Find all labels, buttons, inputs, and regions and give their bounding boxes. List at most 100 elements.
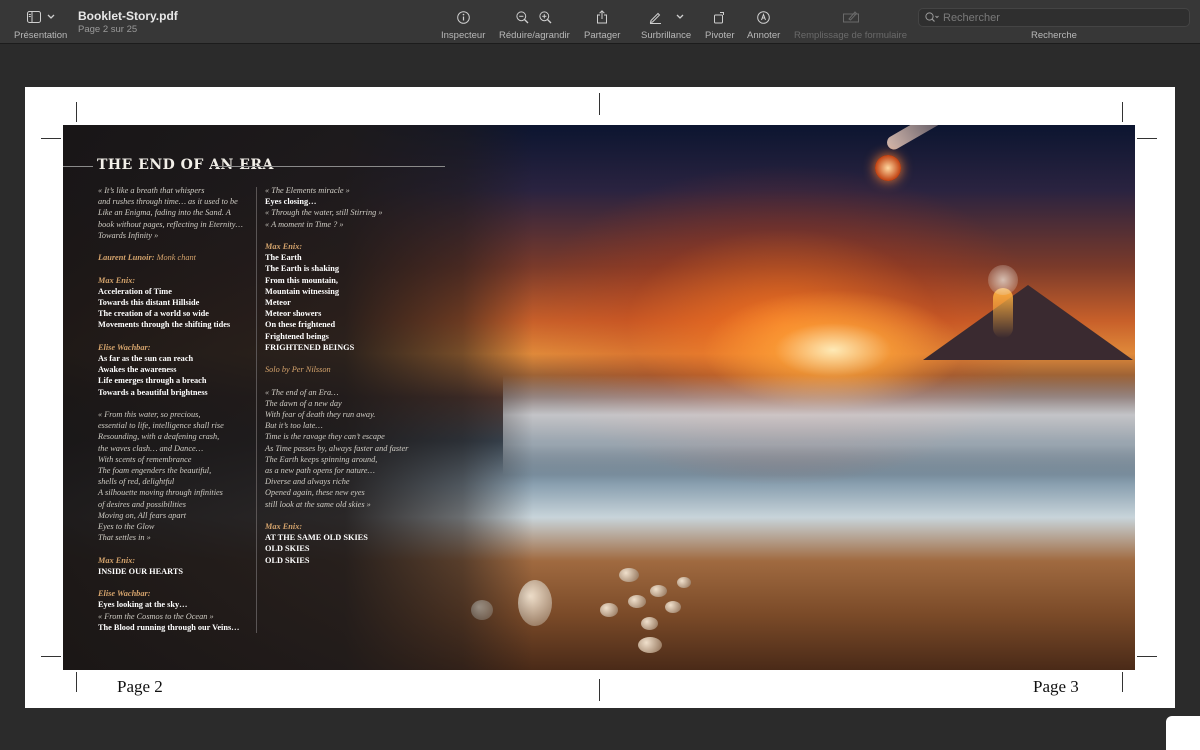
spread-title: THE END OF AN ERA bbox=[97, 157, 274, 173]
chevron-down-icon[interactable] bbox=[676, 14, 684, 20]
lyric-text: The Earth bbox=[265, 253, 302, 263]
inspector-label: Inspecteur bbox=[441, 30, 486, 41]
highlight-button[interactable]: Surbrillance bbox=[641, 8, 691, 41]
document-title: Booklet-Story.pdf Page 2 sur 25 bbox=[78, 9, 178, 35]
lyric-line: OLD SKIES bbox=[265, 543, 435, 554]
lyric-text: Meteor bbox=[265, 298, 291, 308]
lyric-text: Laurent Lunoir: bbox=[98, 253, 157, 263]
lyric-text: « From the Cosmos to the Ocean » bbox=[98, 611, 214, 621]
lyric-line: A silhouette moving through infinities bbox=[98, 487, 248, 498]
lyric-line: Elise Wachbar: bbox=[98, 342, 248, 353]
lyric-text: Diverse and always riche bbox=[265, 477, 350, 487]
annotate-button[interactable]: Annoter bbox=[747, 8, 780, 41]
zoom-in-icon[interactable] bbox=[539, 10, 552, 24]
lyric-line: Life emerges through a breach bbox=[98, 375, 248, 386]
lyric-text: The creation of a world so wide bbox=[98, 309, 209, 319]
document-name: Booklet-Story.pdf bbox=[78, 9, 178, 23]
lyric-line: of desires and possibilities bbox=[98, 499, 248, 510]
info-icon bbox=[456, 10, 470, 24]
lyric-text: of desires and possibilities bbox=[98, 499, 186, 509]
form-fill-label: Remplissage de formulaire bbox=[794, 30, 907, 41]
booklet-spread: THE END OF AN ERA « It’s like a breath t… bbox=[63, 125, 1135, 670]
lyric-text: « A moment in Time ? » bbox=[265, 219, 344, 229]
seashell bbox=[638, 637, 662, 653]
lyrics-column-left: « It’s like a breath that whispers and ru… bbox=[98, 185, 248, 644]
lyric-stanza: Max Enix: The Earth The Earth is shaking Fr… bbox=[265, 241, 435, 353]
lyric-text: the waves clash… and Dance… bbox=[98, 443, 204, 453]
volcano bbox=[923, 285, 1133, 360]
lyric-stanza: « The Elements miracle » Eyes closing… « T… bbox=[265, 185, 435, 230]
lyric-text: Max Enix: bbox=[98, 275, 136, 285]
search-input[interactable]: Rechercher bbox=[918, 8, 1190, 27]
lyric-line: shells of red, delightful bbox=[98, 476, 248, 487]
lyric-line: book without pages, reflecting in Eterni… bbox=[98, 219, 248, 230]
lyric-text: The Earth is shaking bbox=[265, 264, 340, 274]
lyric-stanza: « From this water, so precious, essential… bbox=[98, 409, 248, 543]
zoom-button[interactable]: Réduire/agrandir bbox=[499, 8, 570, 41]
meteor-tail bbox=[884, 125, 979, 153]
lyric-line: The dawn of a new day bbox=[265, 398, 435, 409]
lyric-text: Time is the ravage they can’t escape bbox=[265, 432, 385, 442]
lyric-text: On these frightened bbox=[265, 320, 336, 330]
lyric-stanza: « The end of an Era… The dawn of a new da… bbox=[265, 387, 435, 510]
form-fill-button[interactable]: Remplissage de formulaire bbox=[794, 8, 907, 41]
volcano-lava bbox=[993, 288, 1013, 338]
inspector-button[interactable]: Inspecteur bbox=[441, 8, 485, 41]
lyric-text: From this mountain, bbox=[265, 275, 338, 285]
lyric-text: Monk chant bbox=[156, 253, 196, 263]
share-label: Partager bbox=[584, 30, 621, 41]
crop-mark bbox=[1137, 138, 1157, 139]
lyric-line: Mountain witnessing bbox=[265, 286, 435, 297]
lyric-text: Solo by Per Nilsson bbox=[265, 365, 331, 375]
search-placeholder: Rechercher bbox=[943, 11, 1000, 24]
rotate-button[interactable]: Pivoter bbox=[705, 8, 735, 41]
lyric-line: Laurent Lunoir: Monk chant bbox=[98, 252, 248, 263]
presentation-button[interactable]: Présentation bbox=[14, 8, 67, 41]
pen-icon bbox=[649, 12, 661, 24]
lyric-text: shells of red, delightful bbox=[98, 477, 175, 487]
lyric-text: as a new path opens for nature… bbox=[265, 466, 375, 476]
seashell bbox=[650, 585, 667, 597]
lyric-line: With fear of death they run away. bbox=[265, 409, 435, 420]
lyric-line: Elise Wachbar: bbox=[98, 588, 248, 599]
lyric-line: « Through the water, still Stirring » bbox=[265, 207, 435, 218]
lyric-line: The Earth bbox=[265, 252, 435, 263]
crop-mark bbox=[41, 138, 61, 139]
title-rule bbox=[215, 166, 445, 167]
lyric-text: The dawn of a new day bbox=[265, 398, 342, 408]
seashell bbox=[641, 617, 658, 630]
lyric-text: FRIGHTENED BEINGS bbox=[265, 342, 355, 352]
lyric-line: Meteor bbox=[265, 297, 435, 308]
crop-mark bbox=[76, 672, 77, 692]
lyric-text: OLD SKIES bbox=[265, 544, 310, 554]
presentation-label: Présentation bbox=[14, 30, 68, 41]
lyric-text: Like an Enigma, fading into the Sand. A bbox=[98, 208, 231, 218]
lyric-text: The foam engenders the beautiful, bbox=[98, 466, 212, 476]
seashell bbox=[677, 577, 691, 588]
rotate-label: Pivoter bbox=[705, 30, 735, 41]
lyric-line: INSIDE OUR HEARTS bbox=[98, 566, 248, 577]
lyric-line: The foam engenders the beautiful, bbox=[98, 465, 248, 476]
lyric-text: The Earth keeps spinning around, bbox=[265, 454, 378, 464]
lyric-line: Resounding, with a deafening crash, bbox=[98, 431, 248, 442]
lyric-line: Solo by Per Nilsson bbox=[265, 364, 435, 375]
lyric-line: Max Enix: bbox=[265, 521, 435, 532]
lyric-text: Max Enix: bbox=[265, 522, 303, 532]
lyric-text: Mountain witnessing bbox=[265, 286, 339, 296]
lyric-line: OLD SKIES bbox=[265, 555, 435, 566]
lyric-line: FRIGHTENED BEINGS bbox=[265, 342, 435, 353]
share-button[interactable]: Partager bbox=[584, 8, 620, 41]
lyric-text: Awakes the awareness bbox=[98, 365, 177, 375]
lyric-line: Towards Infinity » bbox=[98, 230, 248, 241]
crop-mark bbox=[599, 679, 600, 701]
lyric-text: « It’s like a breath that whispers bbox=[98, 186, 205, 195]
lyric-line: « A moment in Time ? » bbox=[265, 219, 435, 230]
lyric-line: Movements through the shifting tides bbox=[98, 319, 248, 330]
lyric-text: With fear of death they run away. bbox=[265, 410, 376, 420]
zoom-out-icon[interactable] bbox=[516, 10, 529, 24]
annotate-icon bbox=[757, 10, 770, 24]
lyric-line: Max Enix: bbox=[265, 241, 435, 252]
lyric-text: Resounding, with a deafening crash, bbox=[98, 432, 220, 442]
lyric-line: Frightened beings bbox=[265, 331, 435, 342]
lyric-line: Moving on, All fears apart bbox=[98, 510, 248, 521]
